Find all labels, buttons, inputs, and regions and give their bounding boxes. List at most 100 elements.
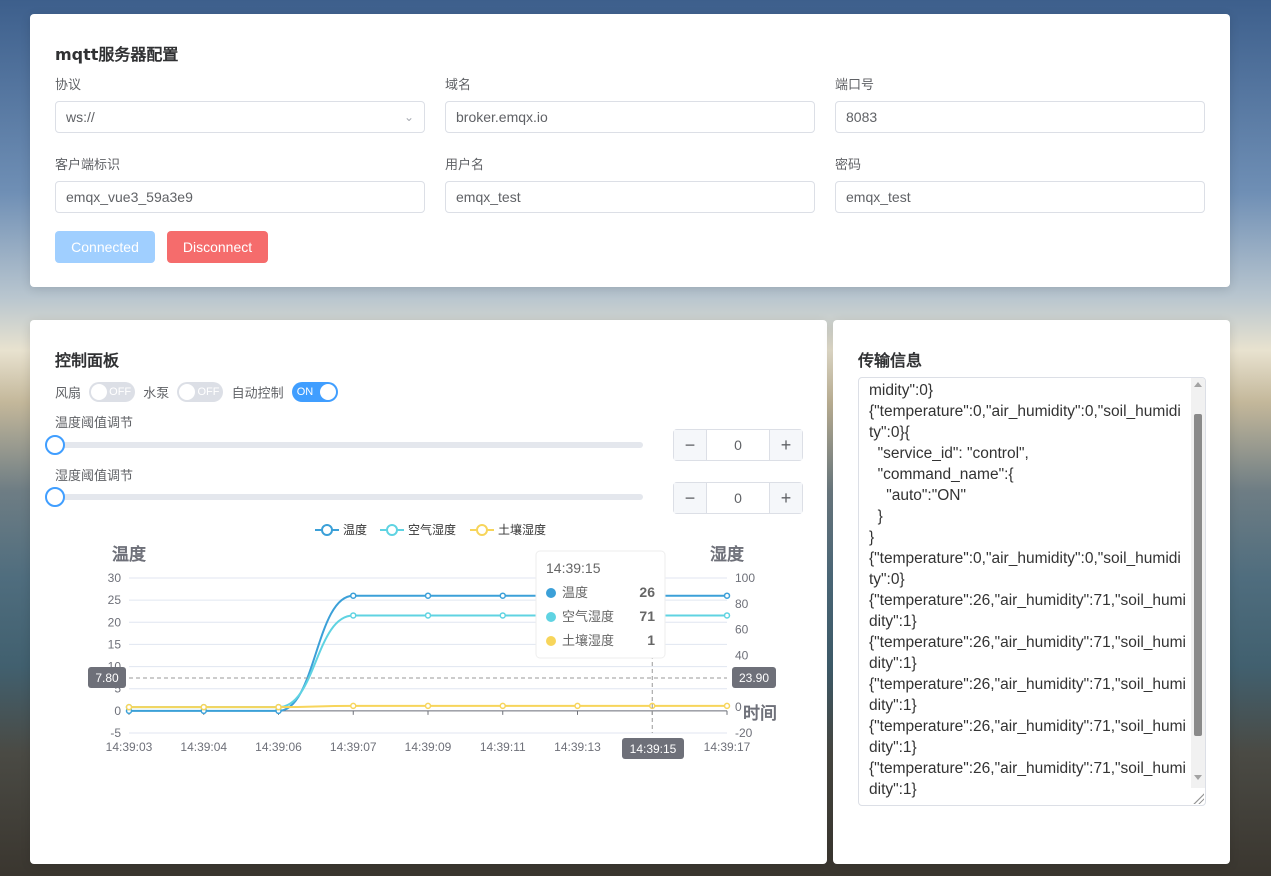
x-tick-label: 14:39:09 [405,740,452,754]
y-right-tick-label: 0 [735,700,742,714]
x-tick-label: 14:39:17 [704,740,751,754]
series-point [723,702,731,710]
scroll-up-icon[interactable] [1194,382,1202,387]
tooltip-series-value: 26 [639,584,655,600]
pump-switch-state: OFF [197,386,220,398]
tooltip-series-name: 土壤湿度 [562,633,614,648]
crosshair-x-value: 14:39:15 [630,742,677,756]
y-right-tick-label: 100 [735,571,755,585]
series-point [275,703,282,711]
y-left-axis-name: 温度 [112,544,147,564]
fan-switch[interactable]: OFF [89,382,136,402]
series-point [200,703,207,711]
y-left-tick-label: 20 [108,615,122,629]
series-point [424,612,432,619]
protocol-value: ws:// [66,109,95,125]
resize-handle-icon[interactable] [1192,792,1204,804]
pump-label: 水泵 [143,386,170,402]
client-id-input[interactable]: emqx_vue3_59a3e9 [55,181,425,213]
series-point [125,703,133,711]
y-left-tick-label: 15 [108,637,122,651]
series-point [574,702,581,710]
y-right-tick-label: 80 [735,597,749,611]
series-point [424,592,432,599]
tooltip-marker [546,612,556,622]
host-label: 域名 [445,78,472,93]
tooltip-series-value: 1 [647,632,655,648]
humidity-threshold-slider[interactable] [55,494,643,500]
series-point [499,592,506,599]
y-left-tick-label: 30 [108,571,122,585]
x-tick-label: 14:39:13 [554,740,601,754]
temp-threshold-slider-handle[interactable] [45,435,65,455]
auto-control-switch[interactable]: ON [291,382,338,402]
humidity-threshold-plus-button[interactable]: + [770,483,802,513]
y-right-tick-label: -20 [735,726,753,740]
temp-threshold-plus-button[interactable]: + [770,430,802,460]
log-scrollbar-thumb[interactable] [1194,414,1202,736]
pump-switch[interactable]: OFF [177,382,224,402]
legend-marker [476,524,488,536]
connected-button[interactable]: Connected [55,231,155,263]
log-scrollbar[interactable] [1191,378,1205,788]
series-point [723,612,731,619]
auto-control-state: ON [296,386,314,398]
log-text: midity":0} {"temperature":0,"air_humidit… [869,382,1187,798]
x-tick-label: 14:39:07 [330,740,377,754]
log-textarea[interactable]: midity":0} {"temperature":0,"air_humidit… [858,377,1206,806]
tooltip-series-value: 71 [639,608,655,624]
y-left-tick-label: -5 [110,726,121,740]
x-tick-label: 14:39:03 [106,740,153,754]
username-input[interactable]: emqx_test [445,181,815,213]
legend-label: 空气湿度 [408,522,456,537]
series-point [350,592,357,599]
x-tick-label: 14:39:04 [180,740,227,754]
x-tick-label: 14:39:06 [255,740,302,754]
transmission-log-card: 传输信息 midity":0} {"temperature":0,"air_hu… [833,320,1230,864]
control-panel-card: 控制面板 风扇 OFF 水泵 OFF 自动控制 ON 温度阈值调节 − 0 + … [30,320,827,864]
fan-switch-state: OFF [109,386,132,398]
humidity-threshold-stepper[interactable]: − 0 + [673,482,803,514]
legend-label: 土壤湿度 [498,522,546,537]
humidity-threshold-minus-button[interactable]: − [674,483,706,513]
y-right-axis-name: 湿度 [710,544,745,564]
humidity-threshold-slider-handle[interactable] [45,487,65,507]
username-label: 用户名 [445,158,485,173]
tooltip-series-name: 温度 [562,585,588,600]
series-point [723,592,731,599]
series-point [499,702,506,710]
tooltip-marker [546,588,556,598]
protocol-label: 协议 [55,78,82,93]
tooltip-series-name: 空气湿度 [562,609,614,624]
temp-threshold-label: 温度阈值调节 [55,416,134,431]
crosshair-left-value: 7.80 [95,671,119,685]
legend-marker [386,524,398,536]
sensor-line-chart: 302520151050-5100806040200-2014:39:0314:… [88,522,777,759]
series-point [350,702,357,710]
disconnect-button[interactable]: Disconnect [167,231,268,263]
x-tick-label: 14:39:11 [480,740,526,754]
auto-control-label: 自动控制 [231,386,284,402]
temp-threshold-value[interactable]: 0 [706,430,770,460]
tooltip-time: 14:39:15 [546,560,601,576]
password-label: 密码 [835,158,862,173]
chevron-down-icon: ⌄ [403,110,414,124]
series-point [350,612,357,619]
mqtt-config-card: mqtt服务器配置 协议 ws:// ⌄ 域名 broker.emqx.io 端… [30,14,1230,287]
port-input[interactable]: 8083 [835,101,1205,133]
temp-threshold-minus-button[interactable]: − [674,430,706,460]
humidity-threshold-value[interactable]: 0 [706,483,770,513]
password-input[interactable]: emqx_test [835,181,1205,213]
y-right-tick-label: 60 [735,623,749,637]
temp-threshold-stepper[interactable]: − 0 + [673,429,803,461]
legend-marker [321,524,333,536]
crosshair-right-value: 23.90 [739,671,769,685]
humidity-threshold-label: 湿度阈值调节 [55,469,134,484]
y-right-tick-label: 40 [735,649,749,663]
scroll-down-icon[interactable] [1194,775,1202,780]
host-input[interactable]: broker.emqx.io [445,101,815,133]
switch-row: 风扇 OFF 水泵 OFF 自动控制 ON [55,382,338,402]
protocol-select[interactable]: ws:// ⌄ [55,101,425,133]
series-point [424,702,432,710]
temp-threshold-slider[interactable] [55,442,643,448]
